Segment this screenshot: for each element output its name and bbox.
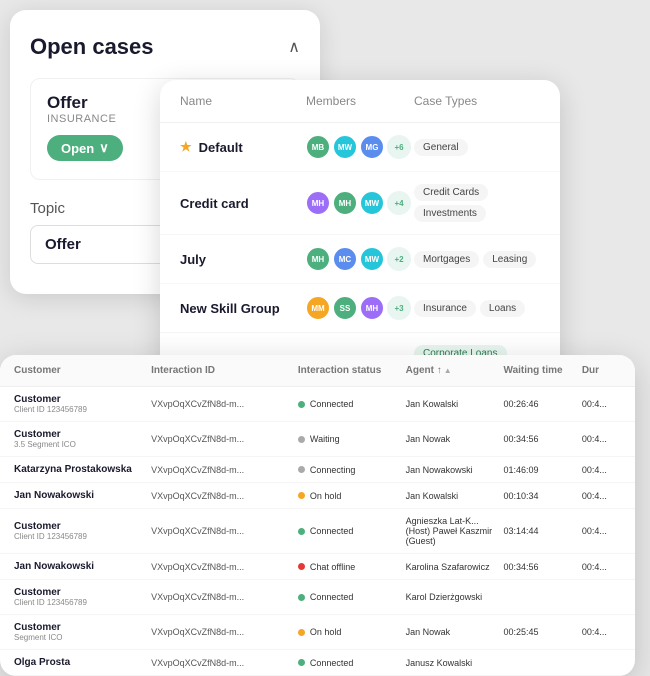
status-dot-icon xyxy=(298,401,305,408)
customer-cell: Customer 3.5 Segment ICO xyxy=(14,429,151,449)
interaction-row[interactable]: Jan Nowakowski VXvpOqXCvZfN8d-m... On ho… xyxy=(0,483,635,509)
case-types-cell-default: General xyxy=(414,139,540,156)
customer-cell: Jan Nowakowski xyxy=(14,561,151,572)
status-cell: On hold xyxy=(298,627,406,637)
case-type-tag: Investments xyxy=(414,205,486,222)
open-cases-title: Open cases xyxy=(30,34,154,60)
status-dot-icon xyxy=(298,492,305,499)
table-row[interactable]: ★ Default MB MW MG +6 General xyxy=(160,123,560,172)
status-cell: Connecting xyxy=(298,465,406,475)
customer-cell: Customer Client ID 123456789 xyxy=(14,394,151,414)
customer-cell: Katarzyna Prostakowska xyxy=(14,464,151,475)
open-status-badge[interactable]: Open ∨ xyxy=(47,135,123,161)
status-cell: Waiting xyxy=(298,434,406,444)
case-type-tag: Mortgages xyxy=(414,251,479,268)
table-row[interactable]: New Skill Group MM SS MH +3 Insurance Lo… xyxy=(160,284,560,333)
th-status: Interaction status xyxy=(298,365,406,376)
th-duration: Dur xyxy=(582,365,621,376)
customer-cell: Customer Client ID 123456789 xyxy=(14,587,151,607)
avatar: MH xyxy=(306,247,330,271)
skill-groups-card: Name Members Case Types ★ Default MB MW … xyxy=(160,80,560,381)
status-cell: Connected xyxy=(298,526,406,536)
interaction-table-header: Customer Interaction ID Interaction stat… xyxy=(0,355,635,387)
th-waiting-time: Waiting time xyxy=(504,365,582,376)
members-plus-badge: +3 xyxy=(387,296,411,320)
interaction-table-card: Customer Interaction ID Interaction stat… xyxy=(0,355,635,676)
avatar: SS xyxy=(333,296,357,320)
star-icon: ★ xyxy=(180,139,192,155)
status-dot-icon xyxy=(298,436,305,443)
status-dot-icon xyxy=(298,594,305,601)
case-type-tag: General xyxy=(414,139,468,156)
row-name-july: July xyxy=(180,252,306,267)
avatar: MM xyxy=(306,296,330,320)
members-plus-badge: +6 xyxy=(387,135,411,159)
status-cell: Connected xyxy=(298,658,406,668)
table-row[interactable]: Credit card MH MH MW +4 Credit Cards Inv… xyxy=(160,172,560,235)
avatar: MC xyxy=(333,247,357,271)
avatar: MH xyxy=(360,296,384,320)
interaction-row[interactable]: Customer Client ID 123456789 VXvpOqXCvZf… xyxy=(0,580,635,615)
members-plus-badge: +4 xyxy=(387,191,411,215)
th-customer: Customer xyxy=(14,365,151,376)
interaction-row[interactable]: Katarzyna Prostakowska VXvpOqXCvZfN8d-m.… xyxy=(0,457,635,483)
case-type-tag: Leasing xyxy=(483,251,536,268)
status-dot-icon xyxy=(298,659,305,666)
interaction-row[interactable]: Customer Client ID 123456789 VXvpOqXCvZf… xyxy=(0,509,635,554)
row-name-creditcard: Credit card xyxy=(180,196,306,211)
case-types-cell-newskill: Insurance Loans xyxy=(414,300,540,317)
customer-cell: Jan Nowakowski xyxy=(14,490,151,501)
status-cell: Chat offline xyxy=(298,562,406,572)
interaction-row[interactable]: Olga Prosta VXvpOqXCvZfN8d-m... Connecte… xyxy=(0,650,635,676)
row-name-newskill: New Skill Group xyxy=(180,301,306,316)
case-types-cell-creditcard: Credit Cards Investments xyxy=(414,184,540,222)
card-back-header: Open cases ∧ xyxy=(30,34,300,60)
members-cell-default: MB MW MG +6 xyxy=(306,135,414,159)
interaction-row[interactable]: Jan Nowakowski VXvpOqXCvZfN8d-m... Chat … xyxy=(0,554,635,580)
badge-chevron-icon: ∨ xyxy=(99,140,109,156)
status-dot-icon xyxy=(298,528,305,535)
col-header-members: Members xyxy=(306,94,414,108)
status-dot-icon xyxy=(298,563,305,570)
members-cell-newskill: MM SS MH +3 xyxy=(306,296,414,320)
customer-cell: Olga Prosta xyxy=(14,657,151,668)
avatar: MH xyxy=(333,191,357,215)
col-header-casetypes: Case Types xyxy=(414,94,540,108)
interaction-row[interactable]: Customer 3.5 Segment ICO VXvpOqXCvZfN8d-… xyxy=(0,422,635,457)
interaction-row[interactable]: Customer Client ID 123456789 VXvpOqXCvZf… xyxy=(0,387,635,422)
avatar: MW xyxy=(360,247,384,271)
customer-cell: Customer Segment ICO xyxy=(14,622,151,642)
row-name-default: ★ Default xyxy=(180,139,306,155)
avatar: MH xyxy=(306,191,330,215)
table-row[interactable]: July MH MC MW +2 Mortgages Leasing xyxy=(160,235,560,284)
members-cell-july: MH MC MW +2 xyxy=(306,247,414,271)
skill-groups-table-header: Name Members Case Types xyxy=(160,80,560,123)
case-types-cell-july: Mortgages Leasing xyxy=(414,251,540,268)
sort-arrow-icon: ▲ xyxy=(444,366,452,375)
members-cell-creditcard: MH MH MW +4 xyxy=(306,191,414,215)
case-type-tag: Credit Cards xyxy=(414,184,488,201)
status-dot-icon xyxy=(298,629,305,636)
case-type-tag: Insurance xyxy=(414,300,476,317)
status-cell: Connected xyxy=(298,592,406,602)
th-interaction-id: Interaction ID xyxy=(151,365,298,376)
customer-cell: Customer Client ID 123456789 xyxy=(14,521,151,541)
case-type-tag: Loans xyxy=(480,300,525,317)
avatar: MG xyxy=(360,135,384,159)
status-dot-icon xyxy=(298,466,305,473)
avatar: MW xyxy=(360,191,384,215)
topic-value: Offer xyxy=(45,236,81,253)
avatar: MB xyxy=(306,135,330,159)
interaction-row[interactable]: Customer Segment ICO VXvpOqXCvZfN8d-m...… xyxy=(0,615,635,650)
col-header-name: Name xyxy=(180,94,306,108)
members-plus-badge: +2 xyxy=(387,247,411,271)
collapse-icon[interactable]: ∧ xyxy=(288,37,300,57)
status-cell: Connected xyxy=(298,399,406,409)
th-agent[interactable]: Agent ↑ ▲ xyxy=(406,365,504,376)
avatar: MW xyxy=(333,135,357,159)
status-cell: On hold xyxy=(298,491,406,501)
